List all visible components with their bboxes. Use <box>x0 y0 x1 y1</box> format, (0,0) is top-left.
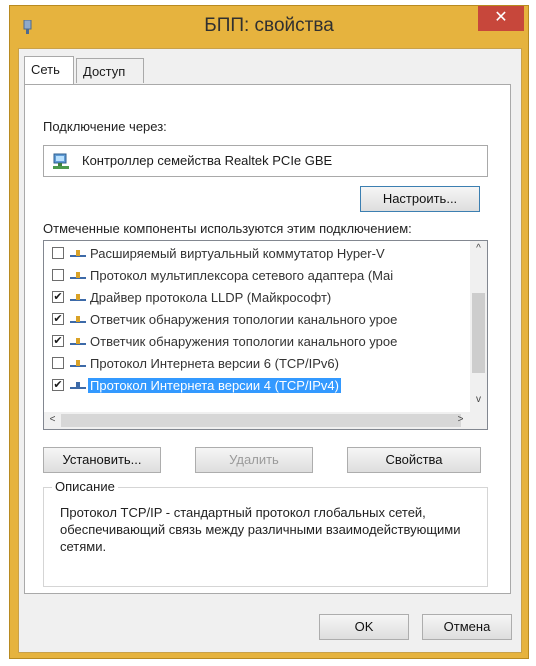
tab-network[interactable]: Сеть <box>24 56 74 84</box>
components-list[interactable]: Расширяемый виртуальный коммутатор Hyper… <box>43 240 488 430</box>
list-item[interactable]: ✔ Ответчик обнаружения топологии канальн… <box>44 331 464 353</box>
properties-window: БПП: свойства ✕ Сеть Доступ Подключение … <box>9 5 529 659</box>
component-name: Протокол Интернета версии 4 (TCP/IPv4) <box>88 378 341 393</box>
list-item[interactable]: ✔ Ответчик обнаружения топологии канальн… <box>44 309 464 331</box>
vertical-scrollbar[interactable]: ^ v <box>470 241 487 412</box>
protocol-icon <box>70 272 86 279</box>
description-text: Протокол TCP/IP - стандартный протокол г… <box>60 505 461 554</box>
component-checkbox[interactable]: ✔ <box>52 291 64 303</box>
component-name: Протокол мультиплексора сетевого адаптер… <box>90 268 394 283</box>
window-title: БПП: свойства <box>204 15 334 36</box>
protocol-icon <box>70 360 86 367</box>
network-tab-panel: Подключение через: Контроллер семейства … <box>24 84 511 594</box>
horizontal-scroll-thumb[interactable] <box>61 414 461 427</box>
component-checkbox[interactable]: ✔ <box>52 379 64 391</box>
protocol-icon <box>70 338 86 345</box>
components-label: Отмеченные компоненты используются этим … <box>43 221 412 236</box>
horizontal-scrollbar[interactable]: < > <box>44 412 487 429</box>
install-button[interactable]: Установить... <box>43 447 161 473</box>
remove-button[interactable]: Удалить <box>195 447 313 473</box>
component-name: Драйвер протокола LLDP (Майкрософт) <box>90 290 332 305</box>
adapter-box: Контроллер семейства Realtek PCIe GBE <box>43 145 488 177</box>
scroll-right-icon[interactable]: > <box>452 414 469 425</box>
component-name: Протокол Интернета версии 6 (TCP/IPv6) <box>90 356 339 371</box>
description-legend: Описание <box>52 479 118 494</box>
list-item[interactable]: ✔ Протокол Интернета версии 4 (TCP/IPv4) <box>44 375 464 397</box>
ok-button[interactable]: OK <box>319 614 409 640</box>
configure-button[interactable]: Настроить... <box>360 186 480 212</box>
component-checkbox[interactable]: ✔ <box>52 335 64 347</box>
protocol-icon <box>70 250 86 257</box>
title-bar[interactable]: БПП: свойства ✕ <box>10 6 528 48</box>
adapter-name: Контроллер семейства Realtek PCIe GBE <box>82 153 333 168</box>
component-name: Ответчик обнаружения топологии канальног… <box>90 312 398 327</box>
cancel-button[interactable]: Отмена <box>422 614 512 640</box>
component-checkbox[interactable] <box>52 247 64 259</box>
list-item[interactable]: Протокол мультиплексора сетевого адаптер… <box>44 265 464 287</box>
protocol-icon <box>70 294 86 301</box>
close-button[interactable]: ✕ <box>478 6 524 31</box>
dialog-client-area: Сеть Доступ Подключение через: Контролле… <box>18 48 522 653</box>
component-name: Ответчик обнаружения топологии канальног… <box>90 334 398 349</box>
scroll-down-icon[interactable]: v <box>470 394 487 405</box>
protocol-icon <box>70 316 86 323</box>
vertical-scroll-thumb[interactable] <box>472 293 485 373</box>
description-group: Описание Протокол TCP/IP - стандартный п… <box>43 479 488 587</box>
component-checkbox[interactable]: ✔ <box>52 313 64 325</box>
network-adapter-icon <box>53 153 69 169</box>
scroll-left-icon[interactable]: < <box>44 414 61 425</box>
properties-button[interactable]: Свойства <box>347 447 481 473</box>
scroll-up-icon[interactable]: ^ <box>470 243 487 254</box>
list-item[interactable]: Протокол Интернета версии 6 (TCP/IPv6) <box>44 353 464 375</box>
list-item[interactable]: Расширяемый виртуальный коммутатор Hyper… <box>44 243 464 265</box>
connect-via-label: Подключение через: <box>43 119 167 134</box>
component-checkbox[interactable] <box>52 357 64 369</box>
component-checkbox[interactable] <box>52 269 64 281</box>
component-name: Расширяемый виртуальный коммутатор Hyper… <box>90 246 385 261</box>
tab-sharing[interactable]: Доступ <box>76 58 144 83</box>
list-item[interactable]: ✔ Драйвер протокола LLDP (Майкрософт) <box>44 287 464 309</box>
protocol-icon <box>70 382 86 389</box>
